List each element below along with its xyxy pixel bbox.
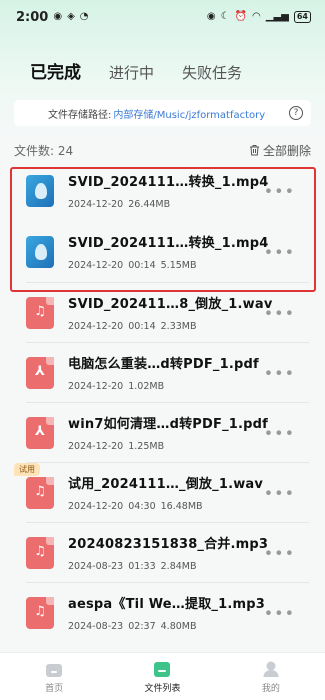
file-list: SVID_2024111…转换_1.mp4 2024-12-20 26.44MB… bbox=[0, 160, 325, 642]
audio-file-icon: ♫ bbox=[26, 536, 54, 569]
more-options-button[interactable]: ••• bbox=[264, 543, 295, 562]
more-options-button[interactable]: ••• bbox=[264, 363, 295, 382]
nav-file-list[interactable]: 文件列表 bbox=[108, 653, 216, 700]
more-options-button[interactable]: ••• bbox=[264, 242, 295, 261]
file-meta: 2024-12-20 1.25MB bbox=[68, 441, 165, 452]
file-name: SVID_2024111…转换_1.mp4 bbox=[68, 236, 269, 251]
file-name: 试用_2024111…_倒放_1.wav bbox=[68, 477, 264, 492]
eye-icon: ◉ bbox=[206, 11, 216, 22]
file-meta: 2024-08-23 02:37 4.80MB bbox=[68, 621, 197, 632]
more-options-button[interactable]: ••• bbox=[264, 303, 295, 322]
audio-file-icon: ♫ bbox=[26, 596, 54, 629]
file-name: SVID_2024111…转换_1.mp4 bbox=[68, 175, 269, 190]
bottom-navigation: 首页 文件列表 我的 bbox=[0, 652, 325, 700]
more-options-button[interactable]: ••• bbox=[264, 423, 295, 442]
battery-icon: 64 bbox=[293, 11, 311, 23]
status-time: 2:00 bbox=[16, 9, 49, 25]
tab-completed[interactable]: 已完成 bbox=[30, 58, 81, 83]
trash-icon bbox=[249, 144, 259, 156]
alarm-icon: ⏰ bbox=[234, 11, 248, 22]
nav-profile[interactable]: 我的 bbox=[217, 653, 325, 700]
tab-in-progress[interactable]: 进行中 bbox=[109, 62, 154, 83]
app-notification-icon: ◈ bbox=[67, 11, 75, 22]
pdf-file-icon: ⅄ bbox=[26, 416, 54, 449]
pdf-file-icon: ⅄ bbox=[26, 356, 54, 389]
file-item[interactable]: ♫ SVID_202411…8_倒放_1.wav 2024-12-20 00:1… bbox=[0, 283, 325, 342]
delete-all-label: 全部删除 bbox=[262, 143, 311, 158]
audio-file-icon: ♫ bbox=[26, 296, 54, 329]
file-meta: 2024-12-20 26.44MB bbox=[68, 199, 171, 210]
file-count: 文件数: 24 bbox=[14, 143, 74, 158]
more-options-button[interactable]: ••• bbox=[264, 181, 295, 200]
storage-path-link[interactable]: 内部存储/Music/jzformatfactory bbox=[113, 106, 265, 121]
signal-icon: ▁▃▅ bbox=[265, 11, 289, 22]
file-meta: 2024-12-20 00:14 2.33MB bbox=[68, 321, 197, 332]
more-options-button[interactable]: ••• bbox=[264, 603, 295, 622]
file-item[interactable]: ⅄ 电脑怎么重装…d转PDF_1.pdf 2024-12-20 1.02MB •… bbox=[0, 343, 325, 402]
gauge-icon: ◔ bbox=[79, 11, 89, 22]
file-name: SVID_202411…8_倒放_1.wav bbox=[68, 297, 273, 312]
file-count-row: 文件数: 24 全部删除 bbox=[14, 140, 311, 160]
nav-profile-label: 我的 bbox=[261, 683, 280, 694]
audio-file-icon: ♫ bbox=[26, 476, 54, 509]
trial-badge: 试用 bbox=[14, 463, 40, 476]
home-icon bbox=[45, 660, 63, 678]
video-file-icon bbox=[26, 235, 54, 268]
file-item[interactable]: ⅄ win7如何清理…d转PDF_1.pdf 2024-12-20 1.25MB… bbox=[0, 403, 325, 462]
tab-failed[interactable]: 失败任务 bbox=[182, 62, 242, 83]
file-item[interactable]: SVID_2024111…转换_1.mp4 2024-12-20 26.44MB… bbox=[0, 160, 325, 221]
file-name: 20240823151838_合并.mp3 bbox=[68, 537, 269, 552]
more-options-button[interactable]: ••• bbox=[264, 483, 295, 502]
file-item[interactable]: ♫ 20240823151838_合并.mp3 2024-08-23 01:33… bbox=[0, 523, 325, 582]
file-meta: 2024-12-20 00:14 5.15MB bbox=[68, 260, 197, 271]
app-notification-icon: ◉ bbox=[53, 11, 63, 22]
status-bar: 2:00 ◉ ◈ ◔ ◉ ☾ ⏰ ◠ ▁▃▅ 64 bbox=[0, 0, 325, 34]
nav-home-label: 首页 bbox=[45, 683, 64, 694]
profile-icon bbox=[262, 660, 280, 678]
file-name: 电脑怎么重装…d转PDF_1.pdf bbox=[68, 357, 259, 372]
delete-all-button[interactable]: 全部删除 bbox=[249, 142, 311, 159]
file-item[interactable]: ♫ aespa《Til We…提取_1.mp3 2024-08-23 02:37… bbox=[0, 583, 325, 642]
task-tabs: 已完成 进行中 失败任务 bbox=[30, 58, 242, 83]
help-icon[interactable]: ? bbox=[289, 106, 303, 120]
video-file-icon bbox=[26, 174, 54, 207]
file-list-icon bbox=[153, 660, 171, 678]
nav-home[interactable]: 首页 bbox=[0, 653, 108, 700]
file-name: aespa《Til We…提取_1.mp3 bbox=[68, 597, 265, 612]
moon-icon: ☾ bbox=[220, 11, 230, 22]
file-name: win7如何清理…d转PDF_1.pdf bbox=[68, 417, 269, 432]
storage-path-label: 文件存储路径: bbox=[48, 109, 112, 121]
wifi-icon: ◠ bbox=[252, 11, 261, 22]
file-item[interactable]: 试用 ♫ 试用_2024111…_倒放_1.wav 2024-12-20 04:… bbox=[0, 463, 325, 522]
file-item[interactable]: SVID_2024111…转换_1.mp4 2024-12-20 00:14 5… bbox=[0, 221, 325, 282]
storage-path-bar: 文件存储路径: 内部存储/Music/jzformatfactory ? bbox=[14, 100, 311, 126]
file-meta: 2024-08-23 01:33 2.84MB bbox=[68, 561, 197, 572]
file-meta: 2024-12-20 1.02MB bbox=[68, 381, 165, 392]
nav-file-list-label: 文件列表 bbox=[144, 683, 181, 694]
file-meta: 2024-12-20 04:30 16.48MB bbox=[68, 501, 203, 512]
